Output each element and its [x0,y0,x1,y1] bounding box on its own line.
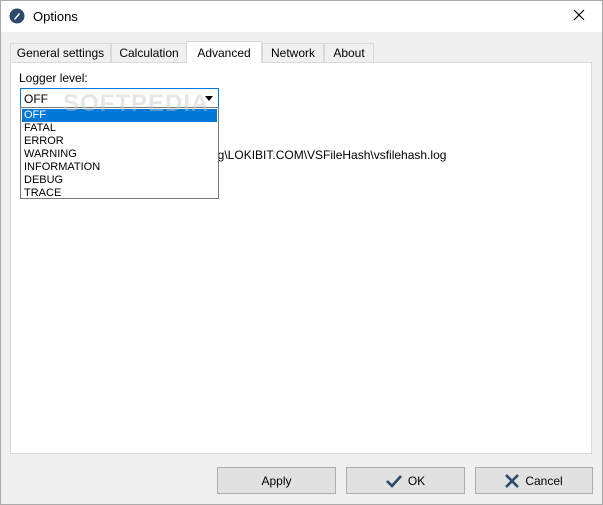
logger-level-value: OFF [24,92,48,106]
app-icon [9,8,25,24]
ok-label: OK [407,473,426,488]
option-debug[interactable]: DEBUG [22,174,217,187]
title-bar: Options [1,1,602,32]
apply-label: Apply [261,473,292,488]
cancel-label: Cancel [525,473,563,488]
options-window: Options General settings Calculation Adv… [0,0,603,505]
x-icon [505,473,520,488]
option-warning[interactable]: WARNING [22,148,217,161]
tab-general-settings[interactable]: General settings [10,43,111,62]
tab-about[interactable]: About [324,43,374,62]
chevron-down-icon [205,96,213,101]
logger-level-label: Logger level: [19,71,88,85]
option-error[interactable]: ERROR [22,135,217,148]
option-trace[interactable]: TRACE [22,187,217,200]
logger-level-dropdown: OFF FATAL ERROR WARNING INFORMATION DEBU… [20,107,219,199]
option-off[interactable]: OFF [22,109,217,122]
ok-button[interactable]: OK [346,467,465,494]
option-fatal[interactable]: FATAL [22,122,217,135]
log-file-path: ng\LOKIBIT.COM\VSFileHash\vsfilehash.log [211,148,447,162]
close-button[interactable] [556,1,602,32]
apply-button[interactable]: Apply [217,467,336,494]
option-information[interactable]: INFORMATION [22,161,217,174]
check-icon [385,474,402,488]
tab-calculation[interactable]: Calculation [111,43,187,62]
cancel-button[interactable]: Cancel [475,467,593,494]
logger-level-select[interactable]: OFF [20,88,219,108]
window-title: Options [33,9,78,24]
advanced-panel: Logger level: OFF SOFTPEDIA OFF FATAL ER… [10,62,592,454]
tab-network[interactable]: Network [262,43,324,62]
tab-advanced[interactable]: Advanced [186,41,262,63]
close-icon [573,9,585,24]
